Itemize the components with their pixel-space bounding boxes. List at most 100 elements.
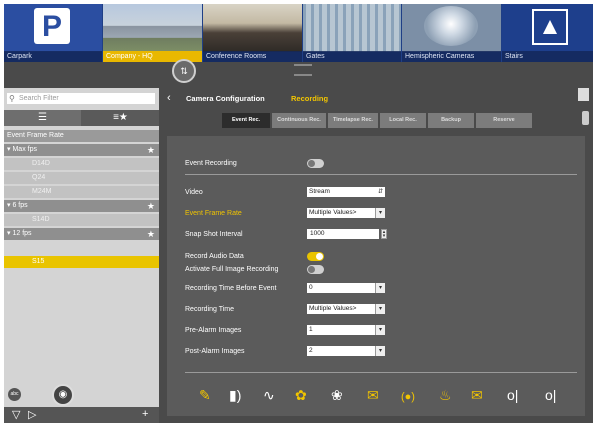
category-label: Hemispheric Cameras [402,51,501,62]
tab-continuous-rec[interactable]: Continuous Rec. [272,113,326,128]
camera-icon[interactable]: ◉ [52,384,74,406]
pre-alarm-value: 1 [309,326,313,333]
gate-icon [303,4,401,52]
time-before-value: 0 [309,284,313,291]
search-filter-input[interactable]: ⚲ Search Filter [7,93,155,104]
dome-camera-icon [402,4,501,52]
event-frame-rate-value: Multiple Values> [309,209,357,216]
tab-event-rec[interactable]: Event Rec. [222,113,270,128]
tree-header: Event Frame Rate [4,130,159,142]
bell-icon[interactable]: ♨ [439,387,452,403]
category-label: Stairs [502,51,593,62]
pre-alarm-select[interactable]: 1 ▾ [307,325,385,335]
pencil-icon[interactable]: ✎ [199,387,211,403]
mail-icon[interactable]: ✉ [367,387,379,403]
tree-group[interactable]: ▾ 6 fps ★ [4,200,159,212]
signal-icon[interactable]: ∿ [263,387,275,403]
divider [185,174,577,175]
resize-handle[interactable] [294,64,312,76]
back-chevron-icon[interactable]: ‹ [167,92,171,104]
running-person-icon[interactable]: ❀ [331,387,343,403]
add-icon[interactable]: + [142,408,148,420]
left-footer: ▽ ▷ + [4,407,159,423]
list-view-icon[interactable]: ☰ [4,110,81,126]
play-icon[interactable]: ▷ [28,408,36,421]
event-recording-label: Event Recording [185,160,237,167]
camera-tree-panel: ⚲ Search Filter ☰ ≡★ Event Frame Rate ▾ … [4,88,159,423]
chevron-down-icon: ▾ [375,325,385,335]
chevron-down-icon: ▾ [375,346,385,356]
full-image-label: Activate Full Image Recording [185,266,279,273]
tree-item[interactable]: D14D [4,158,159,170]
time-before-select[interactable]: 0 ▾ [307,283,385,293]
video-select[interactable]: Stream ⇵ [307,187,385,197]
category-carpark[interactable]: P Carpark [4,4,102,62]
recording-time-select[interactable]: Multiple Values> ▾ [307,304,385,314]
category-company-hq[interactable]: Company - HQ [103,4,202,62]
star-icon[interactable]: ★ [147,200,155,212]
tree-item[interactable]: S14D [4,214,159,226]
post-alarm-label: Post-Alarm Images [185,348,245,355]
group-label: Max fps [12,146,37,153]
tab-local-rec[interactable]: Local Rec. [380,113,426,128]
event-frame-rate-label: Event Frame Rate [185,210,242,217]
stairs-icon: ▲ [502,4,593,52]
filter-down-icon[interactable]: ▽ [12,408,20,421]
notes-icon[interactable] [578,88,589,101]
star-icon[interactable]: ★ [147,228,155,240]
page-title: Camera Configuration [186,94,265,103]
full-image-toggle[interactable] [307,265,324,274]
mail-icon[interactable]: ✉ [471,387,483,403]
app-window: P Carpark Company - HQ Conference Rooms … [4,4,593,423]
recording-time-value: Multiple Values> [309,305,357,312]
tab-timelapse-rec[interactable]: Timelapse Rec. [328,113,378,128]
tab-reserve[interactable]: Reserve [476,113,532,128]
collapse-toggle-button[interactable]: ⇅ [172,59,196,83]
record-audio-toggle[interactable] [307,252,324,261]
snapshot-interval-label: Snap Shot Interval [185,231,243,238]
category-conference-rooms[interactable]: Conference Rooms [203,4,302,62]
category-label: Gates [303,51,401,62]
snapshot-interval-input[interactable]: 1000 [307,229,379,239]
toggle-out-icon[interactable]: o| [545,387,556,403]
tree-item[interactable]: Q24 [4,172,159,184]
parking-icon: P [4,4,102,52]
scrollbar[interactable] [582,111,589,125]
event-recording-toggle[interactable] [307,159,324,168]
tree-group[interactable]: ▾ 12 fps ★ [4,228,159,240]
pre-alarm-label: Pre-Alarm Images [185,327,242,334]
abc-icon[interactable]: abc [8,388,21,401]
tree-item[interactable]: M24M [4,186,159,198]
category-label: Carpark [4,51,102,62]
tab-backup[interactable]: Backup [428,113,474,128]
configuration-panel: ‹ Camera Configuration Recording Event R… [159,88,593,423]
category-banner: P Carpark Company - HQ Conference Rooms … [4,4,593,62]
chevron-down-icon: ▾ [375,208,385,218]
category-label: Conference Rooms [203,51,302,62]
motion-person-icon[interactable]: ✿ [295,387,307,403]
time-before-label: Recording Time Before Event [185,285,277,292]
building-icon [103,4,202,52]
record-audio-label: Record Audio Data [185,253,244,260]
toggle-in-icon[interactable]: o| [507,387,518,403]
video-label: Video [185,189,203,196]
radio-wave-icon[interactable]: (●) [401,389,415,405]
chevron-down-icon: ▾ [375,304,385,314]
snapshot-stepper[interactable]: ▴ ▾ [381,229,387,239]
favorite-list-icon[interactable]: ≡★ [82,110,159,126]
post-alarm-value: 2 [309,347,313,354]
tree-item-selected[interactable]: S15 [4,256,159,268]
star-icon[interactable]: ★ [147,144,155,156]
search-filter-placeholder: Search Filter [19,95,59,102]
camera-audio-icon[interactable]: ▮) [229,387,241,403]
chevron-down-icon: ▾ [375,283,385,293]
event-frame-rate-select[interactable]: Multiple Values> ▾ [307,208,385,218]
category-gates[interactable]: Gates [303,4,401,62]
post-alarm-select[interactable]: 2 ▾ [307,346,385,356]
event-icon-bar: ✎ ▮) ∿ ✿ ❀ ✉ (●) ♨ ✉ o| o| [167,384,585,408]
category-hemispheric-cameras[interactable]: Hemispheric Cameras [402,4,501,62]
chevron-updown-icon: ⇵ [376,187,385,197]
view-tabs: ☰ ≡★ [4,110,159,126]
category-stairs[interactable]: ▲ Stairs [502,4,593,62]
tree-group[interactable]: ▾ Max fps ★ [4,144,159,156]
